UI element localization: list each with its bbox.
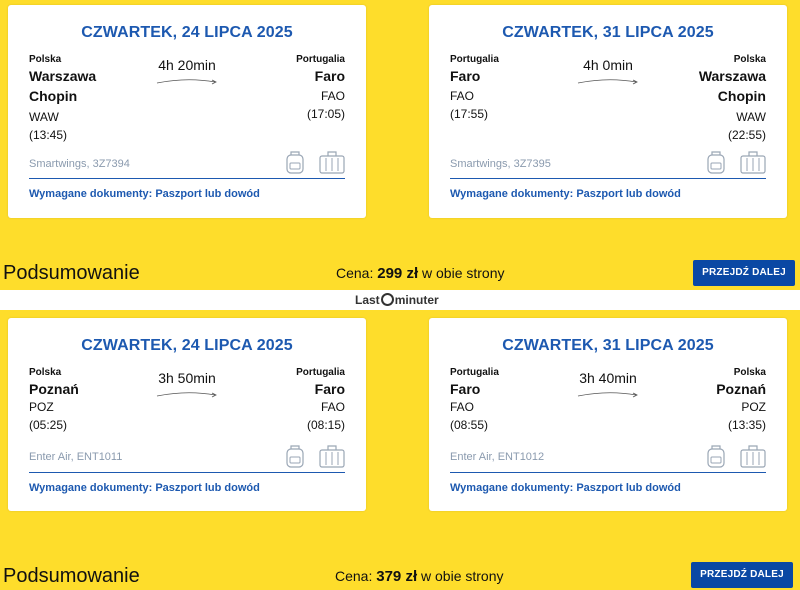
departure-time: (08:55)	[450, 418, 489, 432]
summary-title: Podsumowanie	[3, 565, 140, 587]
origin-code: WAW	[29, 110, 59, 124]
origin-code: POZ	[29, 400, 54, 414]
destination-code: FAO	[320, 89, 345, 103]
divider	[29, 472, 345, 473]
flight-number: Enter Air, ENT1012	[450, 451, 545, 463]
flight-number: Enter Air, ENT1011	[29, 451, 123, 463]
destination-code: POZ	[741, 400, 766, 414]
suitcase-icon	[740, 445, 766, 468]
destination-code: FAO	[320, 400, 345, 414]
divider	[450, 178, 766, 179]
divider	[450, 472, 766, 473]
arrival-time: (08:15)	[306, 418, 345, 432]
arrival-time: (17:05)	[306, 107, 345, 121]
required-documents: Wymagane dokumenty: Paszport lub dowód	[29, 482, 260, 494]
suitcase-icon	[319, 445, 345, 468]
required-documents: Wymagane dokumenty: Paszport lub dowód	[450, 188, 681, 200]
price-line: Cena: 299 zł w obie strony	[336, 265, 505, 282]
required-documents: Wymagane dokumenty: Paszport lub dowód	[450, 482, 681, 494]
destination-country: Portugalia	[296, 54, 345, 65]
next-button[interactable]: PRZEJDŹ DALEJ	[691, 562, 793, 588]
destination-country: Polska	[733, 54, 766, 65]
flight-card-outbound: CZWARTEK, 24 LIPCA 2025 Polska Warszawa C…	[8, 5, 366, 218]
departure-time: (17:55)	[450, 107, 489, 121]
destination-country: Portugalia	[296, 367, 345, 378]
flight-date: CZWARTEK, 31 LIPCA 2025	[502, 24, 714, 41]
destination-city: Poznań	[716, 381, 766, 397]
flight-arrow-icon	[577, 392, 638, 398]
flight-date: CZWARTEK, 31 LIPCA 2025	[502, 337, 714, 354]
flight-arrow-icon	[577, 79, 638, 85]
destination-country: Polska	[733, 367, 766, 378]
backpack-icon	[286, 151, 304, 174]
departure-time: (13:45)	[29, 128, 68, 142]
flight-card-inbound: CZWARTEK, 31 LIPCA 2025 Portugalia Faro …	[429, 318, 787, 511]
flight-date: CZWARTEK, 24 LIPCA 2025	[81, 24, 293, 41]
divider	[29, 178, 345, 179]
next-button[interactable]: PRZEJDŹ DALEJ	[693, 260, 795, 286]
flight-card-inbound: CZWARTEK, 31 LIPCA 2025 Portugalia Faro …	[429, 5, 787, 218]
price-line: Cena: 379 zł w obie strony	[335, 568, 504, 585]
price-value: 379 zł	[376, 568, 418, 585]
flight-date: CZWARTEK, 24 LIPCA 2025	[81, 337, 293, 354]
required-documents: Wymagane dokumenty: Paszport lub dowód	[29, 188, 260, 200]
destination-city: Faro	[314, 68, 345, 84]
flight-number: Smartwings, 3Z7394	[29, 158, 130, 170]
flight-arrow-icon	[156, 79, 217, 85]
suitcase-icon	[319, 151, 345, 174]
destination-city: Warszawa Chopin	[698, 68, 766, 104]
flight-arrow-icon	[156, 392, 217, 398]
backpack-icon	[707, 151, 725, 174]
arrival-time: (22:55)	[727, 128, 766, 142]
backpack-icon	[286, 445, 304, 468]
suitcase-icon	[740, 151, 766, 174]
flight-number: Smartwings, 3Z7395	[450, 158, 551, 170]
origin-code: FAO	[450, 400, 475, 414]
lastminuter-logo: Last minuter	[355, 293, 439, 307]
price-value: 299 zł	[377, 265, 419, 282]
backpack-icon	[707, 445, 725, 468]
clock-icon	[380, 293, 394, 307]
destination-city: Faro	[314, 381, 345, 397]
departure-time: (05:25)	[29, 418, 68, 432]
flight-card-outbound: CZWARTEK, 24 LIPCA 2025 Polska Poznań PO…	[8, 318, 366, 511]
origin-code: FAO	[450, 89, 475, 103]
arrival-time: (13:35)	[727, 418, 766, 432]
destination-code: WAW	[736, 110, 766, 124]
summary-title: Podsumowanie	[3, 262, 140, 284]
